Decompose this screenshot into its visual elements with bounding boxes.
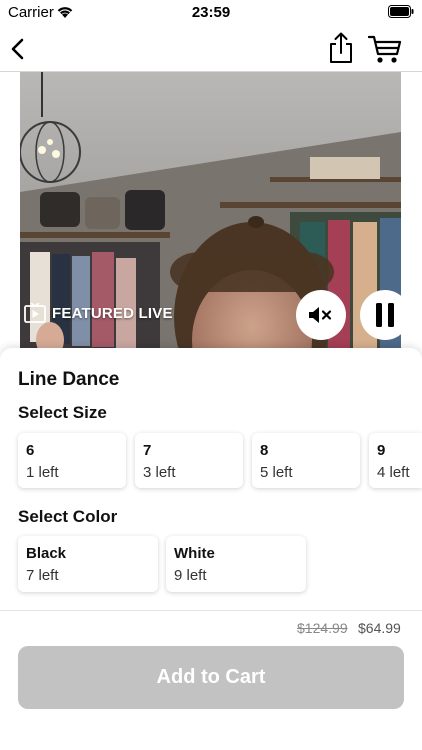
pause-icon bbox=[376, 303, 394, 327]
color-name: White bbox=[174, 545, 215, 562]
product-options-sheet: Line Dance Select Size 6 1 left 7 3 left… bbox=[0, 348, 422, 750]
color-stock: 7 left bbox=[26, 567, 59, 584]
share-icon bbox=[330, 32, 352, 63]
color-stock: 9 left bbox=[174, 567, 207, 584]
size-stock: 5 left bbox=[260, 464, 293, 481]
sale-price: $64.99 bbox=[358, 620, 401, 636]
status-bar: Carrier 23:59 bbox=[0, 0, 422, 26]
chevron-left-icon bbox=[11, 38, 24, 60]
size-name: 8 bbox=[260, 442, 269, 459]
featured-live-badge: FEATURED LIVE bbox=[24, 303, 173, 323]
tv-icon bbox=[24, 303, 46, 323]
color-option-white[interactable]: White 9 left bbox=[166, 536, 306, 592]
live-video-player[interactable]: FEATURED LIVE bbox=[20, 72, 401, 357]
cart-button[interactable] bbox=[367, 34, 402, 64]
size-option-6[interactable]: 6 1 left bbox=[18, 433, 126, 488]
color-option-black[interactable]: Black 7 left bbox=[18, 536, 158, 592]
back-button[interactable] bbox=[8, 34, 30, 64]
color-name: Black bbox=[26, 545, 67, 562]
add-to-cart-button[interactable]: Add to Cart bbox=[18, 646, 404, 709]
size-name: 9 bbox=[377, 442, 386, 459]
size-stock: 3 left bbox=[143, 464, 176, 481]
product-title: Line Dance bbox=[18, 369, 120, 390]
size-option-9[interactable]: 9 4 left bbox=[369, 433, 422, 488]
mute-button[interactable] bbox=[296, 290, 346, 340]
divider bbox=[0, 610, 422, 611]
size-stock: 4 left bbox=[377, 464, 410, 481]
color-section-title: Select Color bbox=[18, 507, 118, 526]
battery-icon bbox=[388, 5, 414, 18]
size-stock: 1 left bbox=[26, 464, 59, 481]
original-price: $124.99 bbox=[297, 620, 348, 636]
size-section-title: Select Size bbox=[18, 403, 107, 422]
share-button[interactable] bbox=[328, 32, 354, 64]
cart-icon bbox=[367, 35, 402, 63]
speaker-muted-icon bbox=[309, 307, 332, 323]
size-option-8[interactable]: 8 5 left bbox=[252, 433, 360, 488]
size-name: 7 bbox=[143, 442, 152, 459]
clock: 23:59 bbox=[191, 4, 231, 21]
size-name: 6 bbox=[26, 442, 35, 459]
navigation-bar bbox=[0, 26, 422, 72]
size-option-7[interactable]: 7 3 left bbox=[135, 433, 243, 488]
featured-live-label: FEATURED LIVE bbox=[52, 304, 173, 322]
